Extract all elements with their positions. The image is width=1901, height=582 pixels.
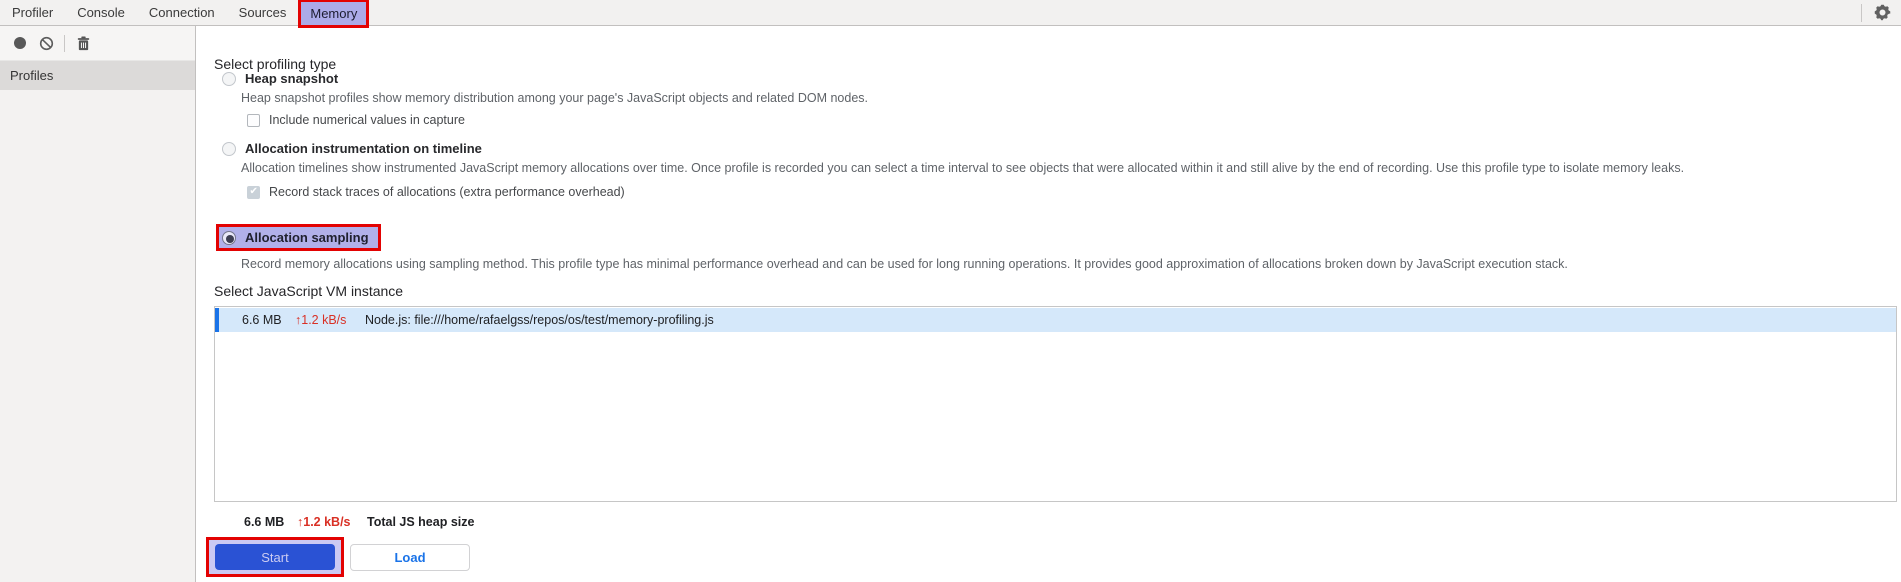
vm-heap-size: 6.6 MB xyxy=(242,313,282,327)
tab-profiler[interactable]: Profiler xyxy=(0,0,65,26)
radio-allocation-sampling[interactable] xyxy=(222,230,236,245)
vm-instance-name: Node.js: file:///home/rafaelgss/repos/os… xyxy=(365,313,714,327)
radio-icon[interactable] xyxy=(222,71,236,86)
tab-console[interactable]: Console xyxy=(65,0,137,26)
record-icon[interactable] xyxy=(7,30,33,56)
tab-sources[interactable]: Sources xyxy=(227,0,299,26)
allocation-sampling-description: Record memory allocations using sampling… xyxy=(241,257,1568,271)
total-heap-size-value: 6.6 MB xyxy=(244,515,285,529)
checkbox-label: Record stack traces of allocations (extr… xyxy=(269,185,625,199)
checkbox-label: Include numerical values in capture xyxy=(269,113,465,127)
load-button[interactable]: Load xyxy=(350,544,470,571)
checkbox-icon[interactable] xyxy=(247,113,260,127)
radio-label[interactable]: Allocation sampling xyxy=(245,230,369,245)
clear-icon[interactable] xyxy=(33,30,59,56)
tab-connection[interactable]: Connection xyxy=(137,0,227,26)
tab-bar: Profiler Console Connection Sources Memo… xyxy=(0,0,1901,28)
vm-instance-list: 6.6 MB ↑1.2 kB/s Node.js: file:///home/r… xyxy=(214,306,1897,502)
checkbox-record-stack-traces[interactable]: Record stack traces of allocations (extr… xyxy=(247,185,625,199)
profiles-section-header: Profiles xyxy=(0,60,195,90)
heap-snapshot-description: Heap snapshot profiles show memory distr… xyxy=(241,91,869,105)
tabbar-separator xyxy=(1861,3,1862,22)
checkbox-icon xyxy=(247,185,260,199)
radio-label: Heap snapshot xyxy=(245,71,339,86)
selected-row-accent xyxy=(215,308,219,332)
total-heap-size-label: Total JS heap size xyxy=(367,515,475,529)
total-heap-rate-value: ↑1.2 kB/s xyxy=(297,515,351,529)
tabbar-right xyxy=(1861,3,1901,22)
checkbox-include-numerical[interactable]: Include numerical values in capture xyxy=(247,113,465,127)
annotation-box-start: Start xyxy=(206,537,344,577)
radio-icon[interactable] xyxy=(222,141,236,156)
start-button[interactable]: Start xyxy=(215,544,335,570)
allocation-timeline-description: Allocation timelines show instrumented J… xyxy=(241,161,1685,175)
tab-memory[interactable]: Memory xyxy=(298,0,370,28)
radio-label: Allocation instrumentation on timeline xyxy=(245,141,482,156)
profiles-toolbar xyxy=(0,26,195,60)
toolbar-separator xyxy=(64,34,65,52)
annotation-box-allocation-sampling: Allocation sampling xyxy=(216,224,381,251)
vm-instance-row[interactable]: 6.6 MB ↑1.2 kB/s Node.js: file:///home/r… xyxy=(215,308,1896,332)
vm-heap-rate: ↑1.2 kB/s xyxy=(295,313,347,327)
vm-instance-heading: Select JavaScript VM instance xyxy=(214,283,404,299)
radio-allocation-timeline[interactable]: Allocation instrumentation on timeline xyxy=(222,141,482,156)
sidebar: Profiles xyxy=(0,26,196,582)
profiling-type-heading: Select profiling type xyxy=(214,56,337,72)
radio-heap-snapshot[interactable]: Heap snapshot xyxy=(222,71,338,86)
gear-icon[interactable] xyxy=(1874,4,1891,21)
memory-panel: Select profiling type Heap snapshot Heap… xyxy=(197,26,1901,582)
trash-icon[interactable] xyxy=(70,30,96,56)
